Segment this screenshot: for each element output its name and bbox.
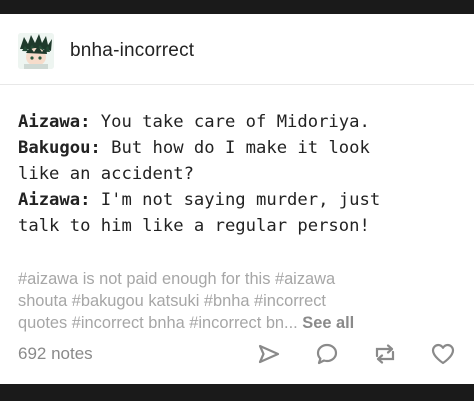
reblog-button[interactable] (370, 339, 400, 369)
dialog-line-continued: talk to him like a regular person! (18, 216, 370, 236)
like-button[interactable] (428, 339, 458, 369)
tag-line[interactable]: #aizawa is not paid enough for this #aiz… (18, 268, 458, 290)
see-all-link[interactable]: See all (302, 314, 354, 332)
share-button[interactable] (254, 339, 284, 369)
dialog-line: Aizawa: I'm not saying murder, just (18, 187, 466, 213)
post-tags: #aizawa is not paid enough for this #aiz… (18, 268, 458, 334)
notes-count[interactable]: 692 notes (18, 344, 93, 364)
post-card: bnha-incorrect Aizawa: You take care of … (0, 14, 474, 384)
post-header: bnha-incorrect (18, 24, 194, 78)
speaker-name: Bakugou: (18, 138, 101, 158)
dialog-text: But how do I make it look (100, 138, 370, 158)
tag-line[interactable]: shouta #bakugou katsuki #bnha #incorrect (18, 290, 458, 312)
reply-button[interactable] (312, 339, 342, 369)
header-divider (0, 84, 474, 85)
speaker-name: Aizawa: (18, 112, 91, 132)
avatar-illustration-icon (18, 33, 54, 69)
tag-line: quotes #incorrect bnha #incorrect bn... … (18, 312, 458, 334)
dialog-line-continued: like an accident? (18, 164, 194, 184)
reply-bubble-icon (316, 343, 338, 365)
post-actions (226, 339, 458, 369)
tag-text[interactable]: quotes #incorrect bnha #incorrect bn... (18, 314, 298, 332)
blog-avatar[interactable] (18, 33, 54, 69)
reblog-icon (375, 344, 395, 364)
blog-name[interactable]: bnha-incorrect (70, 40, 194, 62)
dialog-text: I'm not saying murder, just (90, 190, 381, 210)
screen: bnha-incorrect Aizawa: You take care of … (0, 0, 474, 401)
post-footer: 692 notes (18, 336, 458, 372)
heart-icon (431, 343, 455, 365)
dialog-text: You take care of Midoriya. (90, 112, 370, 132)
speaker-name: Aizawa: (18, 190, 91, 210)
dialog-line: Bakugou: But how do I make it look (18, 135, 466, 161)
share-arrow-icon (258, 344, 280, 364)
post-body: Aizawa: You take care of Midoriya. Bakug… (18, 109, 466, 239)
dialog-line: Aizawa: You take care of Midoriya. (18, 109, 466, 135)
